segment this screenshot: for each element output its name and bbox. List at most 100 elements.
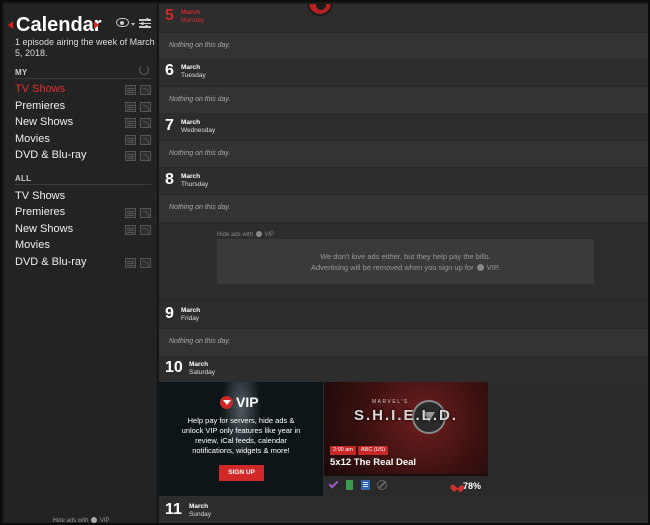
calendar-main: 5 March Monday Nothing on this day. 6 Ma… [159,4,648,523]
day-header[interactable]: 6 March Tuesday [159,59,648,85]
eye-icon[interactable] [116,18,129,27]
day-number: 10 [165,359,183,376]
reset-icon[interactable] [139,65,149,75]
app-window: Calendar 1 episode airing the week of Ma… [0,0,650,525]
section-my-label: MY [15,68,28,77]
next-week-arrow-icon[interactable] [94,21,99,29]
day-weekday: Saturday [189,369,216,376]
day-body: Nothing on this day. [159,194,648,222]
day-weekday: Sunday [189,511,212,518]
air-time-badge: 2:00 am [330,446,356,455]
page-title: Calendar [16,14,102,36]
ical-icon[interactable] [125,118,136,128]
day-number: 6 [165,62,174,79]
episode-actions: 78% [324,476,488,496]
vip-text: VIP [99,518,110,524]
day-header[interactable]: 8 March Thursday [159,168,648,194]
sign-up-button[interactable]: SIGN UP [219,465,264,481]
day-header[interactable]: 7 March Wednesday [159,114,648,140]
day-number: 11 [165,501,182,518]
ad-message-line1: We don't love ads either, but they help … [320,252,491,261]
rss-icon[interactable] [140,258,151,268]
vip-brand-text: VIP [236,394,259,410]
day-weekday: Wednesday [181,127,216,134]
day-number: 5 [165,7,174,24]
rss-icon[interactable] [140,118,151,128]
sidebar-item-all-tv-shows[interactable]: TV Shows [15,190,155,206]
chevron-down-icon[interactable] [131,23,135,26]
network-badge: ABC (US) [358,446,389,455]
hide-ads-link[interactable]: Hide ads with VIP [217,231,274,238]
day-weekday: Thursday [181,181,209,188]
day-header[interactable]: 9 March Friday [159,302,648,328]
hide-ads-link[interactable]: Hide ads with VIP [4,517,158,524]
day-header[interactable]: 5 March Monday [159,4,648,30]
sidebar-item-label: TV Shows [15,190,66,202]
sidebar-item-all-premieres[interactable]: Premieres [15,206,155,222]
day-header-row: 11 March Sunday [159,496,648,523]
day-month: March [181,307,201,314]
ical-icon[interactable] [125,135,136,145]
ical-icon[interactable] [125,258,136,268]
episode-title[interactable]: 5x12 The Real Deal [330,457,416,468]
vip-logo-icon [255,231,262,237]
divider [15,78,151,79]
sidebar-item-my-premieres[interactable]: Premieres [15,100,155,116]
ical-icon[interactable] [125,85,136,95]
sidebar-item-my-dvd-bluray[interactable]: DVD & Blu-ray [15,149,155,165]
empty-day-text: Nothing on this day. [169,96,231,103]
notes-icon[interactable] [346,480,353,490]
sidebar-item-my-new-shows[interactable]: New Shows [15,116,155,132]
ignore-icon[interactable] [377,480,387,490]
sidebar-item-all-new-shows[interactable]: New Shows [15,223,155,239]
day-number: 8 [165,171,174,188]
hide-ads-text: Hide ads with [52,518,89,524]
episode-card[interactable]: MARVEL'S S.H.I.E.L.D. 2:00 am ABC (US) 5… [324,382,488,496]
vip-logo-icon [220,396,233,409]
sidebar-item-label: New Shows [15,223,74,235]
sidebar: Calendar 1 episode airing the week of Ma… [4,4,158,524]
rss-icon[interactable] [140,85,151,95]
sidebar-item-label: DVD & Blu-ray [15,149,87,161]
empty-day-text: Nothing on this day. [169,42,231,49]
sidebar-item-all-dvd-bluray[interactable]: DVD & Blu-ray [15,256,155,272]
day-month: March [181,64,201,71]
previous-week-arrow-icon[interactable] [8,21,13,29]
ad-message-line2: Advertising will be removed when you sig… [311,263,474,272]
ical-icon[interactable] [125,151,136,161]
rss-icon[interactable] [140,102,151,112]
ical-icon[interactable] [125,102,136,112]
empty-day-text: Nothing on this day. [169,338,231,345]
vip-text: VIP [264,232,275,238]
day-month: March [181,173,201,180]
vip-promo-card: VIP Help pay for servers, hide ads & unl… [159,382,323,496]
vip-promo-text: Help pay for servers, hide ads & unlock … [181,416,301,455]
day-body: Nothing on this day. [159,328,648,356]
rating-value: 78% [463,481,482,491]
sidebar-item-label: Premieres [15,206,66,218]
sidebar-item-my-tv-shows[interactable]: TV Shows [15,83,155,99]
ad-message: We don't love ads either, but they help … [217,251,594,273]
watched-check-icon[interactable] [328,478,339,489]
show-artwork[interactable]: MARVEL'S S.H.I.E.L.D. 2:00 am ABC (US) 5… [324,382,488,474]
day-header[interactable]: 11 March Sunday [159,498,648,523]
rss-icon[interactable] [140,225,151,235]
rss-icon[interactable] [140,208,151,218]
rss-icon[interactable] [140,135,151,145]
day-header[interactable]: 10 March Saturday [159,356,648,382]
section-all-label: ALL [15,174,32,183]
sidebar-item-label: Movies [15,239,50,251]
sidebar-item-my-movies[interactable]: Movies [15,133,155,149]
ical-icon[interactable] [125,208,136,218]
ad-area: Hide ads with VIP We don't love ads eith… [159,224,648,297]
filter-sliders-icon[interactable] [139,18,151,28]
day-month: March [189,503,209,510]
day-body: Nothing on this day. [159,140,648,167]
hide-ads-text: Hide ads with [217,232,254,238]
list-icon[interactable] [361,480,370,490]
rss-icon[interactable] [140,151,151,161]
vip-logo-icon [476,264,484,271]
ical-icon[interactable] [125,225,136,235]
sidebar-item-all-movies[interactable]: Movies [15,239,155,255]
day-body: Nothing on this day. [159,86,648,113]
